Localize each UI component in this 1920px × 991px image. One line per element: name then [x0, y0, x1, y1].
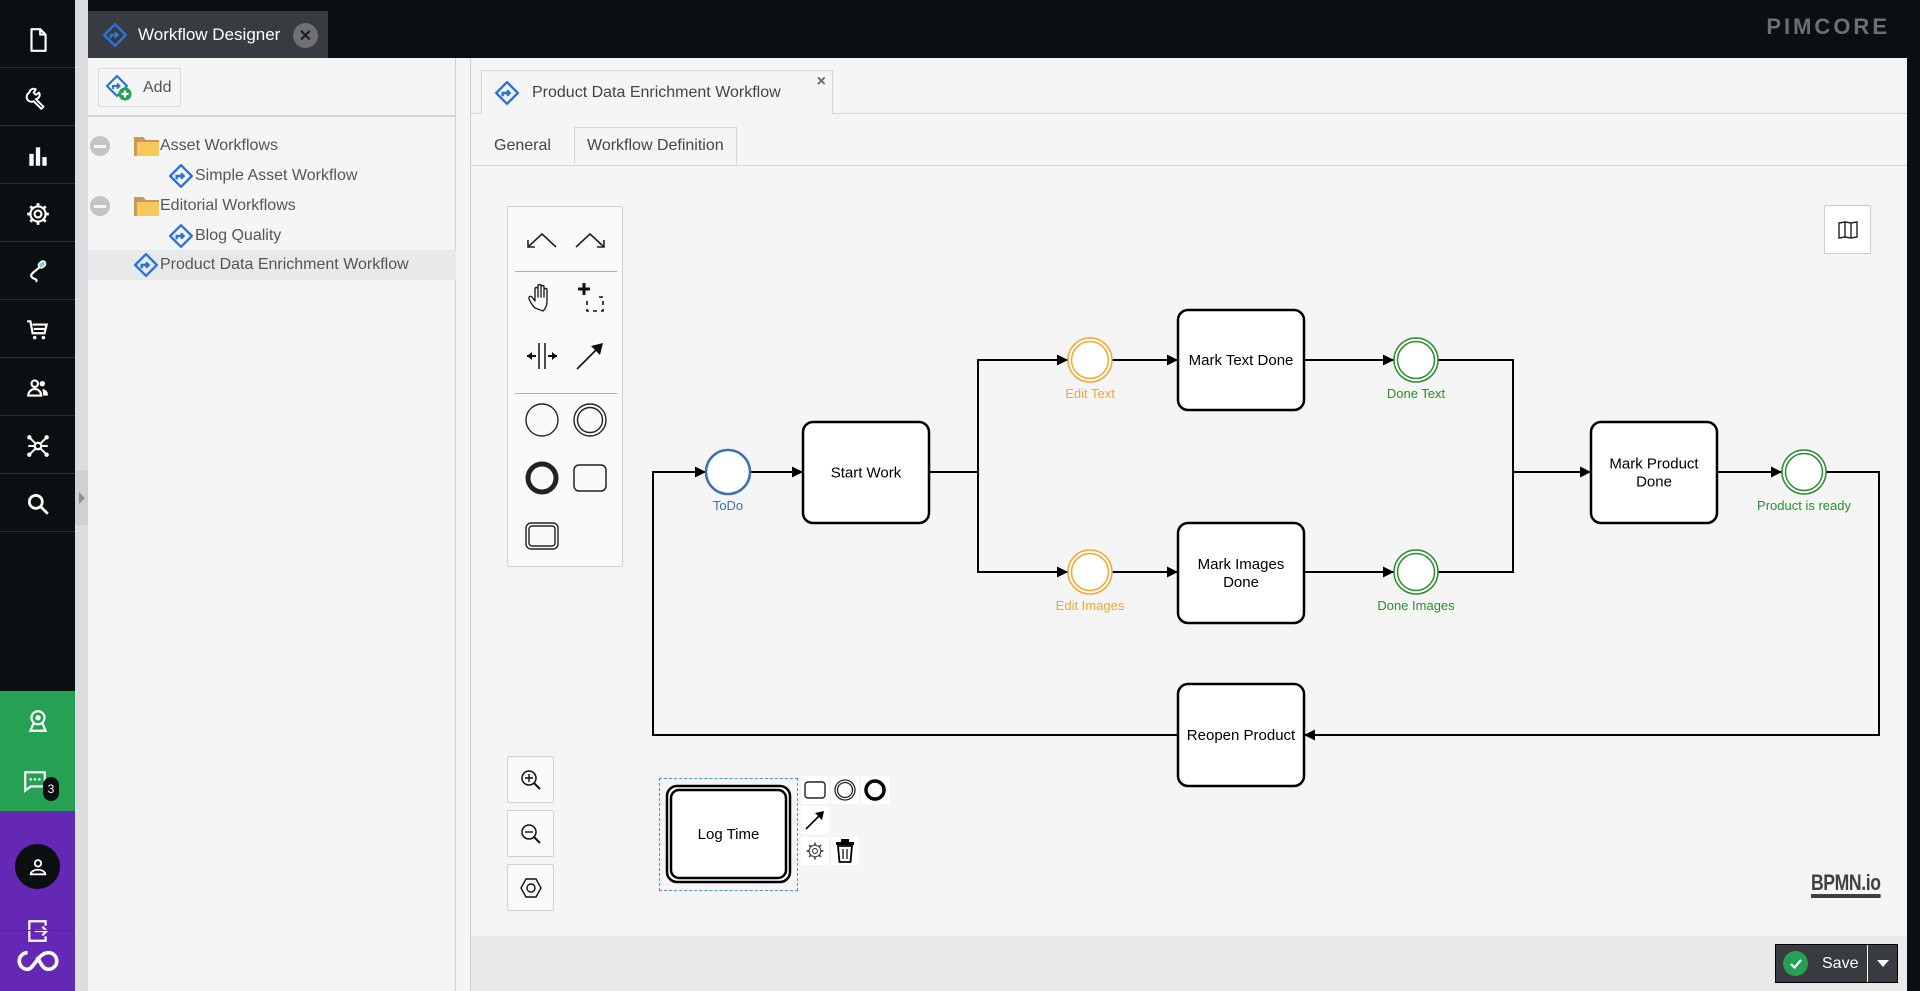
flow-start-to-edit-text[interactable] [929, 354, 1068, 473]
palette-separator [515, 271, 617, 272]
transition-mark-text-done[interactable]: Mark Text Done [1176, 308, 1306, 412]
global-action-icon [525, 522, 559, 550]
create-transition-button[interactable] [567, 455, 613, 501]
transition-label: Mark Product [1609, 456, 1699, 473]
lasso-tool-icon [578, 283, 604, 312]
checkmark-icon [1783, 951, 1808, 976]
map-icon [1837, 220, 1858, 239]
place-label: Done Text [1387, 386, 1446, 401]
transition-label: Mark Text Done [1189, 352, 1294, 369]
place-ring [704, 448, 752, 496]
palette-separator [515, 393, 617, 394]
bottom-toolbar [471, 936, 1907, 991]
minimap-toggle-button[interactable] [1824, 205, 1871, 254]
transition-label: Reopen Product [1187, 727, 1296, 744]
zoom-in-icon [520, 769, 541, 790]
append-transition-button[interactable] [801, 776, 829, 804]
connect-tool-button[interactable] [567, 333, 613, 379]
place-inner-ring [1070, 552, 1110, 592]
flow-start-to-edit-images[interactable] [977, 472, 1068, 578]
flow-done-images-to-mark-product[interactable] [1438, 472, 1514, 573]
transition-label: Done [1636, 474, 1672, 491]
undo-button[interactable] [519, 217, 565, 263]
place-done-text[interactable]: Done Text [1387, 337, 1446, 401]
zoom-out-button[interactable] [507, 810, 554, 857]
place-label: Product is ready [1757, 498, 1851, 513]
workflow-diagram: ToDo Edit Text Edit Images Done Text Done Im… [652, 308, 1880, 884]
place-label: Edit Images [1056, 598, 1125, 613]
delete-button[interactable] [831, 837, 859, 865]
redo-button[interactable] [567, 217, 613, 263]
place-edit-images[interactable]: Edit Images [1056, 549, 1125, 613]
append-transition-icon [804, 781, 826, 799]
reset-zoom-button[interactable] [507, 864, 554, 911]
tool-palette [507, 206, 623, 567]
connect-tool-icon [576, 343, 603, 370]
append-place-button[interactable] [831, 776, 859, 804]
transition-reopen-product[interactable]: Reopen Product [1176, 682, 1306, 788]
transition-start-work[interactable]: Start Work [801, 420, 931, 525]
append-end-place-icon [864, 779, 886, 801]
transition-label: Start Work [831, 465, 902, 482]
transition-label: Mark Images [1198, 556, 1285, 573]
place-inner-ring [1396, 552, 1436, 592]
place-edit-text[interactable]: Edit Text [1065, 337, 1115, 401]
trash-icon [836, 839, 854, 863]
place-done-images[interactable]: Done Images [1377, 549, 1455, 613]
button-divider [1867, 945, 1868, 982]
transition-mark-images-done[interactable]: Mark ImagesDone [1176, 521, 1306, 625]
place-product-ready[interactable]: Product is ready [1757, 449, 1851, 513]
connect-button[interactable] [801, 806, 829, 834]
place-end-icon [525, 461, 559, 495]
create-global-action-button[interactable] [519, 513, 565, 559]
create-place-button[interactable] [519, 397, 565, 443]
place-todo[interactable]: ToDo [704, 448, 752, 513]
settings-button[interactable] [801, 837, 829, 865]
place-inner-ring [1070, 340, 1110, 380]
selection-outline [659, 778, 798, 891]
hand-tool-icon [528, 283, 548, 312]
place-intermediate-icon [573, 403, 607, 437]
space-tool-button[interactable] [519, 333, 565, 379]
create-end-place-button[interactable] [519, 455, 565, 501]
zoom-out-icon [520, 823, 541, 844]
place-label: ToDo [713, 498, 743, 513]
transition-box [1176, 521, 1306, 625]
undo-icon [527, 232, 557, 248]
place-icon [525, 403, 559, 437]
space-tool-icon [527, 343, 557, 369]
reset-zoom-icon [519, 877, 542, 898]
save-button[interactable]: Save [1775, 944, 1898, 983]
place-label: Done Images [1377, 598, 1455, 613]
append-place-icon [834, 779, 856, 801]
transition-icon [573, 464, 607, 492]
create-intermediate-place-button[interactable] [567, 397, 613, 443]
place-inner-ring [1784, 452, 1824, 492]
zoom-in-button[interactable] [507, 756, 554, 803]
save-label: Save [1822, 954, 1859, 972]
lasso-tool-button[interactable] [567, 275, 613, 321]
hand-tool-button[interactable] [519, 275, 565, 321]
transition-mark-product-done[interactable]: Mark ProductDone [1589, 420, 1719, 525]
place-label: Edit Text [1065, 386, 1115, 401]
redo-icon [575, 232, 605, 248]
transition-label: Done [1223, 574, 1259, 591]
connect-icon [805, 811, 824, 830]
bpmn-io-watermark[interactable]: BPMN.io [1811, 872, 1881, 898]
transition-box [1589, 420, 1719, 525]
gear-icon [806, 842, 824, 860]
append-end-place-button[interactable] [861, 776, 889, 804]
place-inner-ring [1396, 340, 1436, 380]
flow-done-text-to-mark-product[interactable] [1438, 359, 1591, 478]
dropdown-arrow-icon[interactable] [1877, 960, 1889, 967]
